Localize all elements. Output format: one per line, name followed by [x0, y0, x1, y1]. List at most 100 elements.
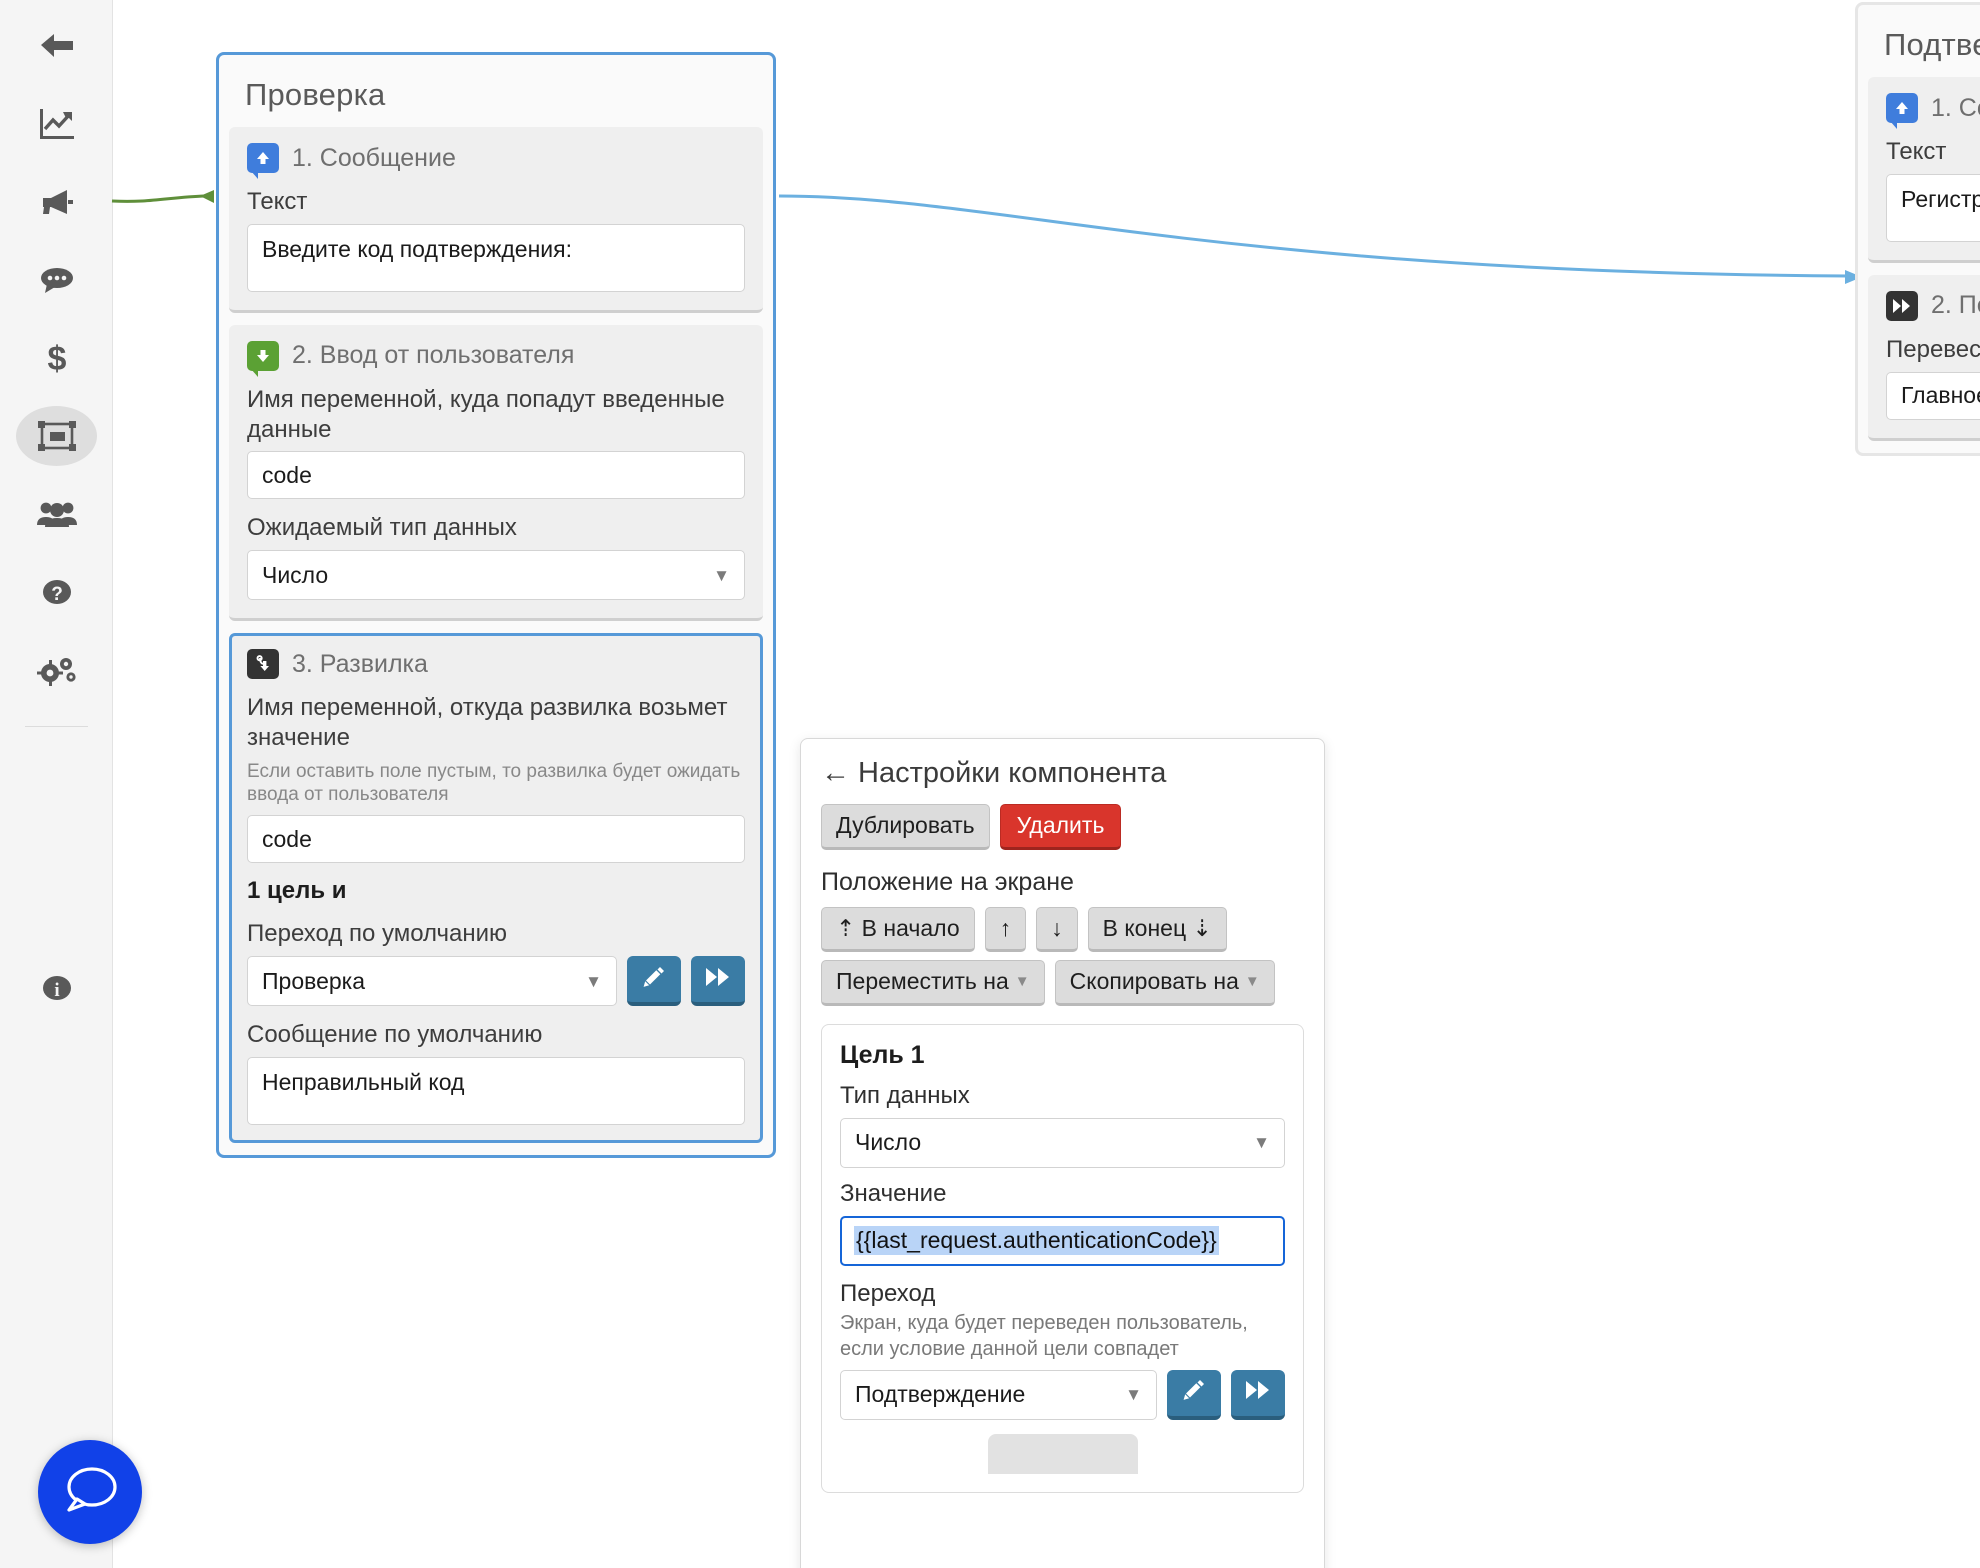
delete-button[interactable]: Удалить	[999, 804, 1122, 850]
goto-transition-button[interactable]	[691, 956, 745, 1007]
screen-title: Подтве	[1884, 27, 1980, 62]
dollar-icon: $	[29, 335, 85, 381]
message-icon	[247, 143, 279, 179]
goal-value-input[interactable]: {{last_request.authenticationCode}}	[840, 1215, 1285, 1266]
move-to-start-button[interactable]: ⇡ В начало	[821, 906, 975, 953]
sidebar-item-settings[interactable]	[0, 632, 113, 708]
goals-summary: 1 цель и	[247, 877, 347, 905]
block-header-label: 2. Пе	[1931, 291, 1980, 320]
transition-label: Перевест	[1886, 335, 1980, 363]
sidebar-item-help[interactable]: ?	[0, 554, 113, 630]
sidebar-item-dialogs[interactable]	[0, 242, 113, 318]
position-buttons-row: ⇡ В начало ↑ ↓ В конец ⇣	[821, 906, 1304, 953]
transition-value[interactable]: Главное	[1886, 371, 1980, 420]
help-icon: ?	[29, 569, 85, 615]
copy-to-dropdown[interactable]: Скопировать на ▼	[1054, 960, 1275, 1006]
block-message[interactable]: 1. Сообщение Текст Введите код подтвержд…	[229, 127, 763, 313]
message-text-input[interactable]: Регистра	[1886, 173, 1980, 242]
default-message-label: Сообщение по умолчанию	[247, 1021, 543, 1049]
screen-card-proverka[interactable]: Проверка 1. Сообщение Текст Введите код …	[216, 52, 776, 1158]
block-header: 1. Со	[1886, 93, 1980, 129]
chevron-down-icon: ▼	[1244, 972, 1260, 990]
panel-action-buttons: Дублировать Удалить	[821, 804, 1304, 850]
back-arrow-icon[interactable]: ←	[821, 757, 850, 789]
default-transition-value: Проверка	[262, 967, 366, 994]
sidebar-item-analytics[interactable]	[0, 86, 113, 162]
goal-type-select[interactable]: Число ▼	[840, 1117, 1285, 1168]
fast-forward-icon	[1244, 1379, 1272, 1406]
sidebar-item-payments[interactable]: $	[0, 320, 113, 396]
expected-type-select[interactable]: Число ▼	[247, 550, 745, 600]
default-message-input[interactable]: Неправильный код	[247, 1056, 745, 1125]
sidebar-item-back[interactable]	[0, 8, 113, 84]
move-to-label: Переместить на	[836, 968, 1009, 995]
default-transition-row: Проверка ▼	[247, 956, 745, 1007]
pencil-icon	[1181, 1377, 1207, 1408]
fork-variable-label: Имя переменной, откуда развилка возьмет …	[247, 694, 728, 751]
goal-edit-button[interactable]	[1167, 1369, 1221, 1420]
goal-transition-select[interactable]: Подтверждение ▼	[840, 1369, 1157, 1420]
chat-icon	[29, 257, 85, 303]
sidebar-item-broadcasts[interactable]	[0, 164, 113, 240]
message-text-input[interactable]: Введите код подтверждения:	[247, 223, 745, 292]
svg-text:$: $	[47, 340, 66, 377]
block-header-label: 3. Развилка	[292, 649, 428, 678]
block-user-input[interactable]: 2. Ввод от пользователя Имя переменной, …	[229, 324, 763, 621]
move-to-dropdown[interactable]: Переместить на ▼	[821, 960, 1045, 1006]
goal-value-text: {{last_request.authenticationCode}}	[854, 1226, 1219, 1256]
block-header-label: 2. Ввод от пользователя	[292, 341, 575, 370]
block-fork[interactable]: 3. Развилка Имя переменной, откуда разви…	[229, 633, 763, 1143]
block-header-label: 1. Сообщение	[292, 143, 456, 172]
block-transition[interactable]: 2. Пе Перевест Главное	[1868, 274, 1980, 441]
move-down-button[interactable]: ↓	[1036, 906, 1078, 953]
text-field-label: Текст	[1886, 138, 1947, 165]
sidebar-item-info[interactable]: i	[0, 950, 113, 1026]
goal-transition-row: Подтверждение ▼	[840, 1369, 1285, 1420]
analytics-icon	[29, 101, 85, 147]
component-settings-panel: ← Настройки компонента Дублировать Удалит…	[800, 738, 1325, 1568]
block-header: 3. Развилка	[247, 649, 745, 679]
info-icon: i	[29, 965, 85, 1011]
goal-goto-button[interactable]	[1231, 1369, 1285, 1420]
variable-name-input[interactable]: code	[247, 451, 745, 500]
move-to-end-button[interactable]: В конец ⇣	[1087, 906, 1227, 953]
megaphone-icon	[29, 179, 85, 225]
expected-type-label: Ожидаемый тип данных	[247, 514, 517, 542]
edit-transition-button[interactable]	[627, 956, 681, 1007]
goal-title: Цель 1	[840, 1040, 925, 1069]
panel-title-text: Настройки компонента	[858, 757, 1167, 789]
screen-card-podtverzhdenie[interactable]: Подтве 1. Со Текст Регистра 2. Пе Переве…	[1855, 2, 1980, 456]
goal-value-label: Значение	[840, 1179, 947, 1207]
block-message[interactable]: 1. Со Текст Регистра	[1868, 77, 1980, 263]
partial-button[interactable]	[987, 1433, 1138, 1474]
chat-bubble-icon	[59, 1461, 121, 1524]
goal-transition-label: Переход	[840, 1279, 936, 1307]
default-transition-label: Переход по умолчанию	[247, 920, 508, 948]
goal-transition-value: Подтверждение	[855, 1381, 1026, 1408]
screen-title: Проверка	[245, 77, 386, 112]
settings-icon	[29, 647, 85, 693]
sidebar-item-screens[interactable]	[0, 398, 113, 474]
fork-variable-input[interactable]: code	[247, 815, 745, 864]
goal-type-value: Число	[855, 1129, 922, 1156]
left-icon-rail: $ ? i	[0, 0, 113, 1568]
chevron-down-icon: ▼	[1125, 1385, 1142, 1405]
svg-text:?: ?	[51, 584, 63, 605]
chevron-down-icon: ▼	[713, 565, 730, 585]
chevron-down-icon: ▼	[585, 971, 602, 991]
goal-type-label: Тип данных	[840, 1081, 970, 1109]
sidebar-item-users[interactable]	[0, 476, 113, 552]
variable-name-label: Имя переменной, куда попадут введенные д…	[247, 385, 725, 443]
block-header: 1. Сообщение	[247, 143, 745, 179]
expected-type-value: Число	[262, 561, 329, 588]
text-field-label: Текст	[247, 188, 308, 215]
duplicate-button[interactable]: Дублировать	[821, 804, 990, 850]
block-header: 2. Пе	[1886, 290, 1980, 321]
move-up-button[interactable]: ↑	[984, 906, 1027, 953]
fork-icon	[247, 649, 279, 679]
default-transition-select[interactable]: Проверка ▼	[247, 956, 617, 1007]
back-icon	[29, 23, 85, 69]
fast-forward-icon	[1886, 290, 1918, 321]
position-section-label: Положение на экране	[821, 867, 1074, 896]
chat-widget-button[interactable]	[38, 1440, 142, 1544]
